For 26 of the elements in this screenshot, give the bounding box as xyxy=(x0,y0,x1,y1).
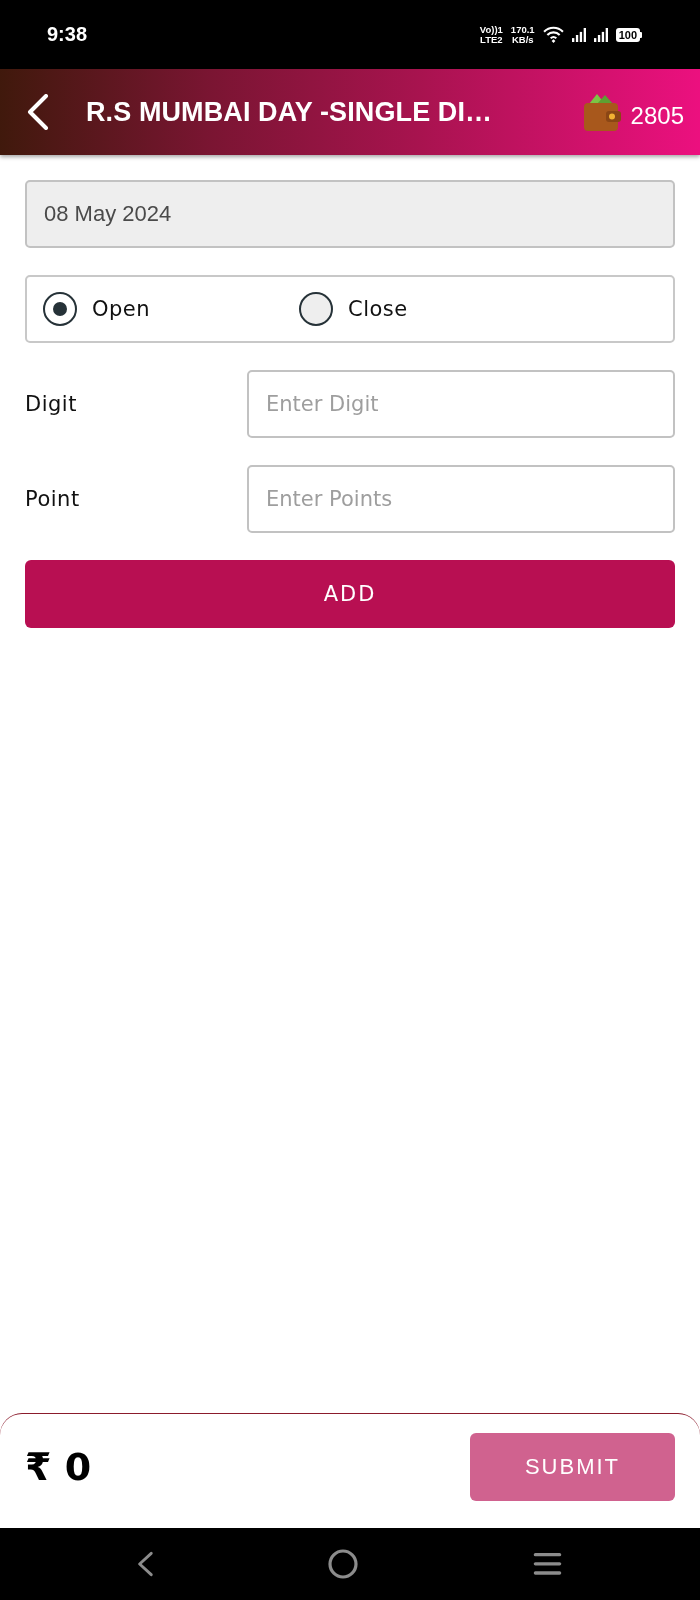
field-label: Point xyxy=(25,487,80,511)
radio-icon[interactable] xyxy=(299,292,333,326)
menu-icon[interactable] xyxy=(532,1553,562,1575)
battery-indicator: 100 xyxy=(615,27,642,42)
radio-option[interactable]: Open xyxy=(43,292,299,326)
text-input[interactable]: Enter Digit xyxy=(247,370,675,438)
field-label: Digit xyxy=(25,392,77,416)
home-icon[interactable] xyxy=(327,1549,358,1579)
volte-label: Vo))1 xyxy=(479,25,503,35)
screen-title: R.S MUMBAI DAY -SINGLE DI… xyxy=(86,96,494,128)
signal-icon xyxy=(593,26,608,43)
network-label: LTE2 xyxy=(480,34,503,44)
radio-option[interactable]: Close xyxy=(299,292,673,326)
total-amount: ₹ 0 xyxy=(25,1445,92,1489)
radio-icon[interactable] xyxy=(43,292,77,326)
wallet-icon[interactable] xyxy=(582,92,623,132)
wifi-icon xyxy=(542,26,564,43)
back-icon[interactable] xyxy=(136,1551,153,1577)
text-input[interactable]: Enter Points xyxy=(247,465,675,533)
speed-value: 170.1 xyxy=(510,25,535,35)
speed-unit: KB/s xyxy=(511,34,534,44)
signal-icon xyxy=(571,26,586,43)
date-field[interactable]: 08 May 2024 xyxy=(25,180,675,248)
status-time: 9:38 xyxy=(47,23,88,46)
add-button[interactable]: ADD xyxy=(25,560,675,628)
wallet-balance: 2805 xyxy=(630,102,684,130)
